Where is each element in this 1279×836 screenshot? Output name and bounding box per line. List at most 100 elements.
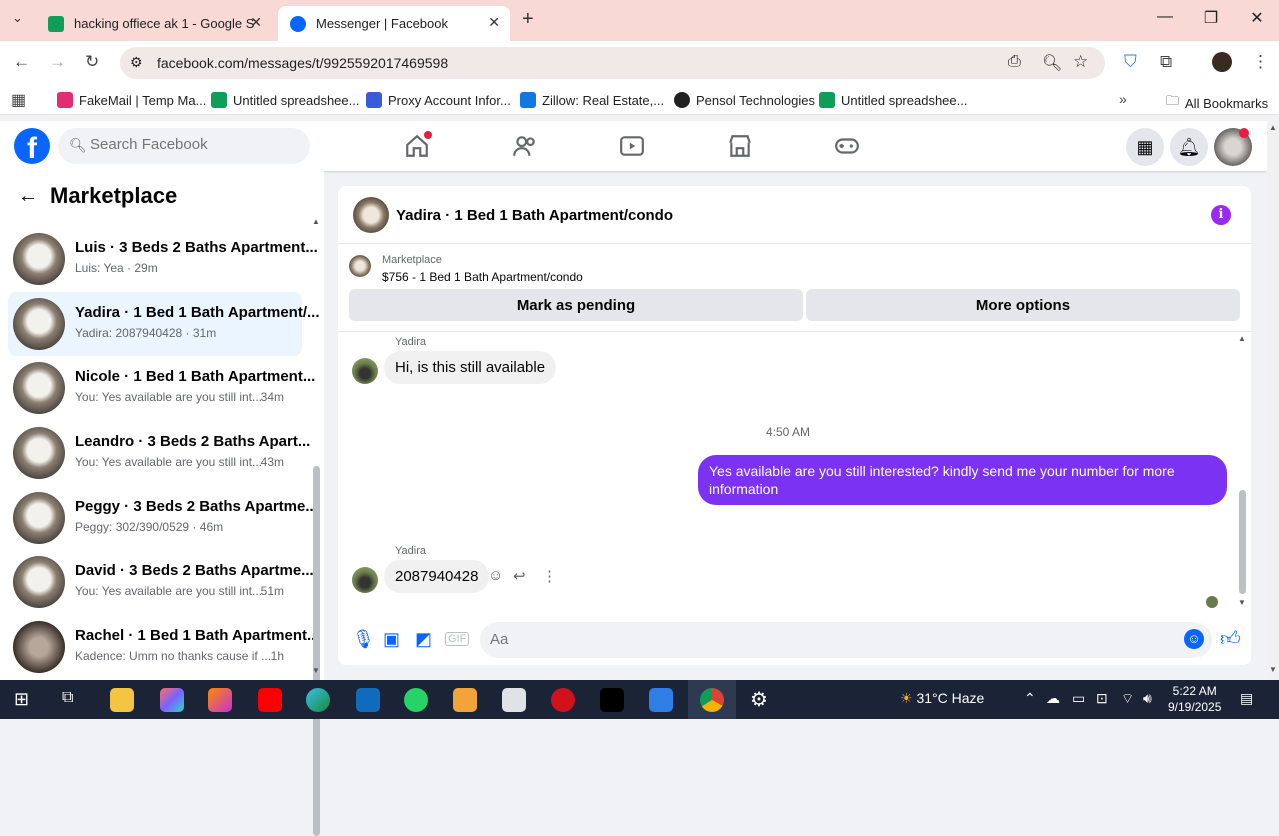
back-arrow-icon[interactable]: ← [18,185,38,208]
settings-icon[interactable]: ⚙ [750,687,768,712]
close-window-button[interactable]: ✕ [1234,8,1279,28]
app-icon[interactable] [453,688,477,712]
emoji-icon[interactable]: ☺ [1184,629,1204,649]
message-scrollbar[interactable] [1239,490,1246,594]
copilot-icon[interactable] [160,688,184,712]
bookmark-star-icon[interactable]: ☆ [1073,52,1088,72]
windows-start-icon[interactable]: ⊞ [14,689,29,710]
browser-tab-messenger[interactable]: Messenger | Facebook ✕ [278,6,510,41]
chat-avatar[interactable] [353,197,389,233]
bookmark-item[interactable]: Pensol Technologies [674,92,815,108]
chrome-icon[interactable] [700,688,724,712]
message-input-box[interactable]: ☺ [480,622,1212,658]
cloud-icon[interactable]: ☁ [1046,690,1060,707]
facebook-logo[interactable]: f [14,128,50,164]
wifi-icon[interactable]: ⌔ [1121,690,1134,708]
new-tab-button[interactable]: + [522,8,534,31]
zoom-icon[interactable]: 🔍︎ [1042,53,1062,73]
close-icon[interactable]: ✕ [488,14,500,31]
marketplace-icon[interactable] [727,133,753,159]
reply-icon[interactable]: ↩ [513,567,526,585]
whatsapp-icon[interactable] [404,688,428,712]
react-icon[interactable]: ☺ [488,567,503,584]
more-bookmarks-icon[interactable]: » [1119,91,1127,107]
conversation-item[interactable]: Peggy · 3 Beds 2 Baths Apartme... Peggy:… [8,486,318,550]
scroll-down-arrow[interactable]: ▼ [1269,665,1277,674]
battery-icon[interactable]: ▭ [1072,690,1085,707]
conversation-item[interactable]: Rachel · 1 Bed 1 Bath Apartment... Kaden… [8,615,320,679]
tiktok-icon[interactable] [600,688,624,712]
opera-icon[interactable] [551,688,575,712]
page-scrollbar[interactable]: ▲ ▼ [1267,121,1279,680]
sticker-icon[interactable]: ◩ [415,629,432,650]
bookmark-item[interactable]: Zillow: Real Estate,... [520,92,664,108]
volume-icon[interactable]: 🔊︎ [1143,690,1152,707]
forward-icon[interactable]: → [49,52,66,72]
mark-as-pending-button[interactable]: Mark as pending [349,289,803,321]
microphone-icon[interactable]: 🎙︎ [352,629,375,650]
file-explorer-icon[interactable] [110,688,134,712]
network-icon[interactable]: ⊡ [1096,690,1108,707]
chat-title[interactable]: Yadira · 1 Bed 1 Bath Apartment/condo [396,207,673,224]
youtube-icon[interactable] [258,688,282,712]
thumbs-up-icon[interactable]: 👍︎ [1220,627,1241,651]
search-input[interactable] [90,136,300,153]
sidebar-scrollbar[interactable] [313,466,320,836]
listing-description[interactable]: $756 - 1 Bed 1 Bath Apartment/condo [382,270,583,284]
menu-icon[interactable]: ⋮ [1252,52,1269,72]
conversation-item[interactable]: Luis · 3 Beds 2 Baths Apartment... Luis:… [8,227,318,291]
back-icon[interactable]: ← [13,52,30,72]
bookmark-item[interactable]: FakeMail | Temp Ma... [57,92,206,108]
close-icon[interactable]: ✕ [250,14,262,31]
outlook-icon[interactable] [356,688,380,712]
app-icon[interactable] [208,688,232,712]
store-icon[interactable] [649,688,673,712]
bookmark-item[interactable]: Untitled spreadshee... [819,92,967,108]
info-icon[interactable]: i [1211,205,1231,225]
bookmark-item[interactable]: Untitled spreadshee... [211,92,359,108]
apps-icon[interactable]: ▦ [11,90,26,110]
task-view-icon[interactable]: ⧉ [62,689,73,707]
friends-icon[interactable] [512,133,538,159]
conversation-item[interactable]: David · 3 Beds 2 Baths Apartme... You: Y… [8,550,314,614]
chevron-up-icon[interactable]: ⌃ [1024,690,1036,707]
install-icon[interactable]: ⎙ [1008,53,1021,71]
incoming-message[interactable]: 2087940428 [384,560,490,593]
app-icon[interactable] [502,688,526,712]
sender-avatar[interactable] [352,358,378,384]
more-icon[interactable]: ⋮ [542,567,557,585]
scroll-down-arrow[interactable]: ▼ [1238,598,1246,607]
gif-icon[interactable]: GIF [445,632,470,646]
conversation-item[interactable]: Leandro · 3 Beds 2 Baths Apart... You: Y… [8,421,310,485]
conversation-item[interactable]: Yadira · 1 Bed 1 Bath Apartment/... Yadi… [8,292,320,356]
outgoing-message[interactable]: Yes available are you still interested? … [698,455,1227,505]
menu-grid-button[interactable]: ▦ [1126,128,1164,166]
extensions-icon[interactable]: ⧉ [1160,52,1172,72]
listing-thumbnail[interactable] [349,255,371,277]
address-bar[interactable]: ⚙ facebook.com/messages/t/99255920174695… [120,47,1105,79]
system-clock[interactable]: 5:22 AM 9/19/2025 [1168,683,1221,715]
message-input[interactable] [490,631,1090,648]
notification-center-icon[interactable]: ▤ [1240,690,1253,707]
video-icon[interactable] [619,133,645,159]
incoming-message[interactable]: Hi, is this still available [384,351,557,384]
site-info-icon[interactable]: ⚙ [130,54,143,71]
shield-icon[interactable]: ⛉ [1124,52,1137,72]
conversation-item[interactable]: Nicole · 1 Bed 1 Bath Apartment... You: … [8,356,315,420]
profile-avatar[interactable] [1212,52,1232,72]
scroll-down-arrow[interactable]: ▼ [312,666,320,675]
search-box[interactable]: 🔍︎ [58,128,310,164]
more-options-button[interactable]: More options [806,289,1240,321]
scroll-up-arrow[interactable]: ▲ [1238,334,1246,343]
notifications-button[interactable]: 🔔︎ [1170,128,1208,166]
minimize-button[interactable]: — [1142,8,1188,26]
scroll-up-arrow[interactable]: ▲ [312,217,320,226]
gaming-icon[interactable] [834,133,860,159]
browser-tab-sheets[interactable]: hacking offiece ak 1 - Google Sh ✕ [36,6,272,41]
sender-avatar[interactable] [352,567,378,593]
reload-icon[interactable]: ↻ [85,52,99,72]
weather-widget[interactable]: ☀ 31°C Haze [900,690,984,707]
all-bookmarks-button[interactable]: 🗀 All Bookmarks [1166,92,1268,114]
restore-button[interactable]: ❐ [1188,8,1234,28]
photo-icon[interactable]: ▣ [383,629,400,650]
